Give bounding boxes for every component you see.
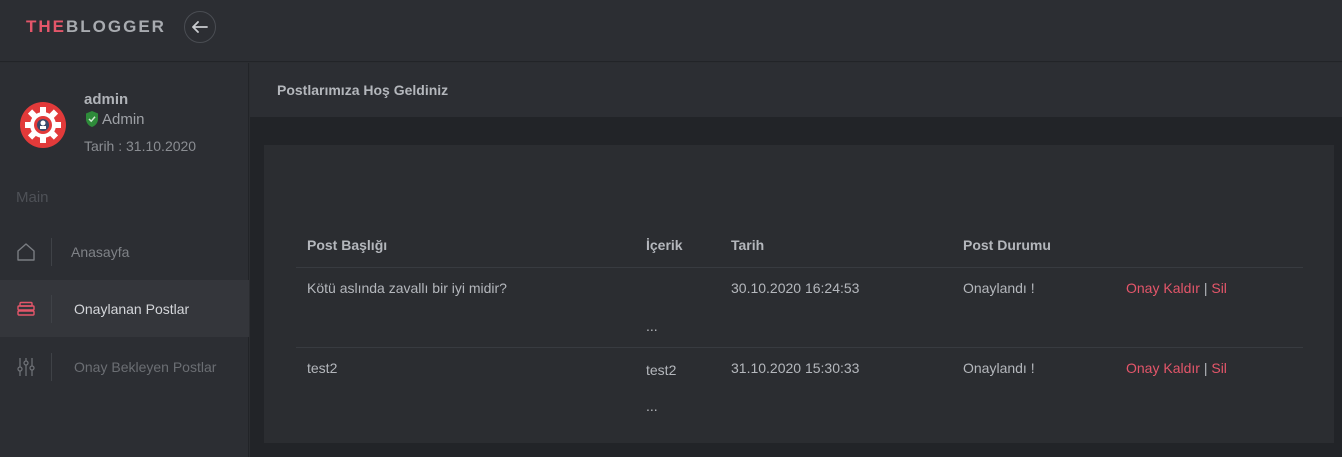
sidebar-section-label: Main — [16, 189, 49, 206]
post-status: Onaylandı ! — [963, 360, 1035, 376]
delete-link[interactable]: Sil — [1211, 280, 1227, 296]
content-area: Post Başlığı İçerik Tarih Post Durumu Kö… — [250, 118, 1342, 457]
post-status: Onaylandı ! — [963, 280, 1035, 296]
user-role: Admin — [84, 110, 145, 128]
remove-approval-link[interactable]: Onay Kaldır — [1126, 280, 1200, 296]
post-title: Kötü aslında zavallı bir iyi midir? — [307, 280, 507, 296]
action-separator: | — [1203, 360, 1208, 376]
nav-separator — [51, 353, 52, 381]
layers-icon — [15, 298, 37, 320]
sidebar: admin Admin Tarih : 31.10.2020 Main Anas… — [0, 63, 249, 457]
action-separator: | — [1203, 280, 1208, 296]
row-actions: Onay Kaldır | Sil — [1126, 360, 1227, 376]
post-content-ellipsis: ... — [646, 398, 658, 414]
post-content: test2 — [646, 362, 677, 378]
brand-part-1: THE — [26, 17, 66, 36]
post-date: 31.10.2020 15:30:33 — [731, 360, 860, 376]
brand-logo[interactable]: THEBLOGGER — [26, 17, 166, 37]
sidebar-item-onaylanan-postlar[interactable]: Onaylanan Postlar — [0, 280, 249, 337]
sidebar-item-label: Onaylanan Postlar — [74, 300, 190, 317]
avatar[interactable] — [19, 101, 67, 149]
posts-card: Post Başlığı İçerik Tarih Post Durumu Kö… — [264, 145, 1334, 443]
sidebar-item-anasayfa[interactable]: Anasayfa — [0, 223, 249, 280]
column-header-title: Post Başlığı — [307, 237, 388, 253]
post-title: test2 — [307, 360, 338, 376]
top-bar: THEBLOGGER — [0, 0, 1342, 62]
column-header-status: Post Durumu — [963, 237, 1051, 253]
user-name: admin — [84, 91, 129, 108]
arrow-left-icon — [192, 21, 208, 33]
brand-part-2: BLOGGER — [66, 17, 166, 36]
post-content-ellipsis: ... — [646, 318, 658, 334]
home-icon — [15, 241, 37, 263]
row-actions: Onay Kaldır | Sil — [1126, 280, 1227, 296]
column-header-date: Tarih — [731, 237, 765, 253]
row-divider — [296, 267, 1303, 268]
shield-icon — [86, 111, 98, 127]
delete-link[interactable]: Sil — [1211, 360, 1227, 376]
sidebar-item-label: Onay Bekleyen Postlar — [74, 358, 217, 375]
nav-separator — [51, 295, 52, 323]
avatar-gear-icon — [20, 102, 66, 148]
sidebar-toggle-button[interactable] — [184, 11, 216, 43]
main-header: Postlarımıza Hoş Geldiniz — [250, 63, 1342, 118]
remove-approval-link[interactable]: Onay Kaldır — [1126, 360, 1200, 376]
post-date: 30.10.2020 16:24:53 — [731, 280, 860, 296]
row-divider — [296, 347, 1303, 348]
sidebar-item-label: Anasayfa — [71, 243, 130, 260]
column-header-content: İçerik — [646, 237, 683, 253]
sidebar-item-onay-bekleyen-postlar[interactable]: Onay Bekleyen Postlar — [0, 338, 249, 395]
user-date: Tarih : 31.10.2020 — [84, 138, 197, 154]
user-role-label: Admin — [102, 110, 145, 128]
page-title: Postlarımıza Hoş Geldiniz — [277, 82, 449, 98]
nav-separator — [51, 238, 52, 266]
sliders-icon — [15, 356, 37, 378]
